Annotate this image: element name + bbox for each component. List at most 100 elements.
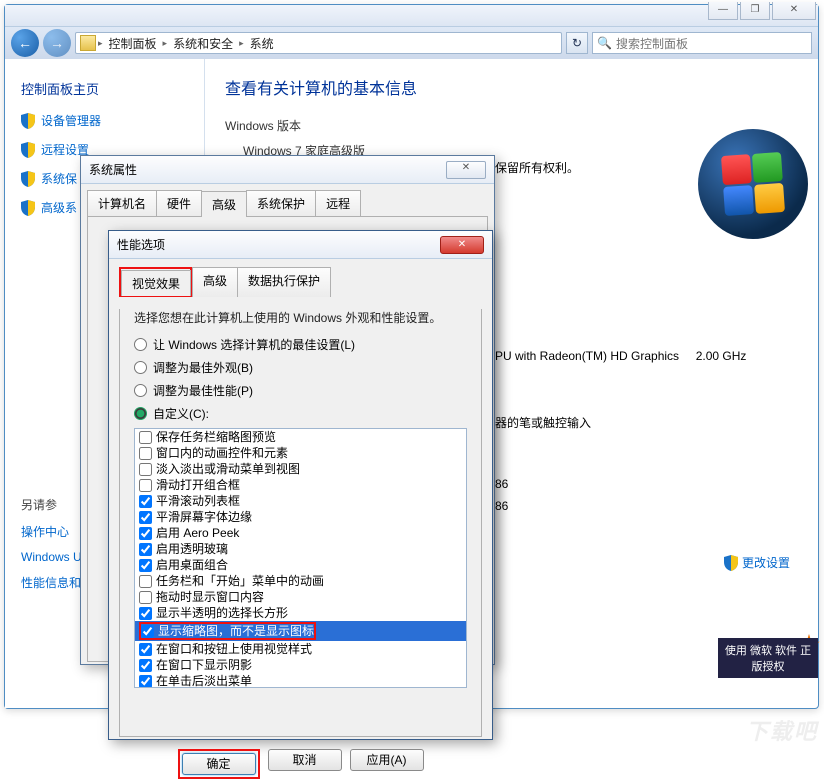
- close-button[interactable]: ✕: [440, 236, 484, 254]
- checklist-item[interactable]: 滑动打开组合框: [135, 477, 466, 493]
- checklist-item[interactable]: 在单击后淡出菜单: [135, 673, 466, 688]
- checkbox-label: 任务栏和「开始」菜单中的动画: [156, 574, 324, 588]
- checklist-item[interactable]: 启用透明玻璃: [135, 541, 466, 557]
- checkbox-input[interactable]: [139, 431, 152, 444]
- chevron-right-icon: ▸: [239, 38, 244, 49]
- tab-visual-effects[interactable]: 视觉效果: [121, 270, 191, 296]
- sidebar-heading: 控制面板主页: [21, 79, 188, 98]
- radio-label: 让 Windows 选择计算机的最佳设置(L): [153, 336, 355, 353]
- refresh-button[interactable]: ↻: [566, 32, 588, 54]
- cpu-text: PU with Radeon(TM) HD Graphics 2.00 GHz: [495, 349, 746, 363]
- checkbox-label: 启用桌面组合: [156, 558, 228, 572]
- checkbox-label: 淡入淡出或滑动菜单到视图: [156, 462, 300, 476]
- checklist-item[interactable]: 启用桌面组合: [135, 557, 466, 573]
- shield-icon: [21, 113, 35, 129]
- breadcrumb-seg[interactable]: 控制面板: [105, 35, 161, 52]
- description-text: 选择您想在此计算机上使用的 Windows 外观和性能设置。: [134, 309, 467, 326]
- shield-icon: [21, 200, 35, 216]
- checkbox-input[interactable]: [139, 659, 152, 672]
- checklist-item[interactable]: 显示半透明的选择长方形: [135, 605, 466, 621]
- tab-computername[interactable]: 计算机名: [87, 190, 157, 216]
- cancel-button[interactable]: 取消: [268, 749, 342, 771]
- radio-label: 调整为最佳性能(P): [153, 382, 253, 399]
- radio-input[interactable]: [134, 361, 147, 374]
- checkbox-input[interactable]: [139, 479, 152, 492]
- tabs: 计算机名 硬件 高级 系统保护 远程: [87, 190, 488, 216]
- apply-button[interactable]: 应用(A): [350, 749, 424, 771]
- checkbox-input[interactable]: [139, 559, 152, 572]
- checklist-item[interactable]: 淡入淡出或滑动菜单到视图: [135, 461, 466, 477]
- radio-option[interactable]: 让 Windows 选择计算机的最佳设置(L): [134, 336, 467, 353]
- breadcrumb-seg[interactable]: 系统和安全: [169, 35, 237, 52]
- checkbox-input[interactable]: [139, 643, 152, 656]
- checklist-item[interactable]: 窗口内的动画控件和元素: [135, 445, 466, 461]
- radio-option[interactable]: 调整为最佳外观(B): [134, 359, 467, 376]
- radio-input[interactable]: [134, 407, 147, 420]
- os-logo: [698, 129, 808, 239]
- dialog-titlebar: 性能选项 ✕: [109, 231, 492, 259]
- checklist-item[interactable]: 在窗口和按钮上使用视觉样式: [135, 641, 466, 657]
- breadcrumb-seg[interactable]: 系统: [246, 35, 278, 52]
- back-button[interactable]: ←: [11, 29, 39, 57]
- button-row: 确定 取消 应用(A): [109, 749, 492, 779]
- radio-group: 让 Windows 选择计算机的最佳设置(L) 调整为最佳外观(B) 调整为最佳性能…: [134, 336, 467, 422]
- sidebar-item-advanced[interactable]: 高级系: [41, 199, 77, 216]
- tab-hardware[interactable]: 硬件: [156, 190, 202, 216]
- radio-option[interactable]: 自定义(C):: [134, 405, 467, 422]
- radio-input[interactable]: [134, 384, 147, 397]
- tab-protection[interactable]: 系统保护: [246, 190, 316, 216]
- watermark: 下载吧: [746, 714, 818, 746]
- checkbox-input[interactable]: [139, 447, 152, 460]
- page-title: 查看有关计算机的基本信息: [225, 75, 798, 99]
- checklist-item[interactable]: 拖动时显示窗口内容: [135, 589, 466, 605]
- forward-button[interactable]: →: [43, 29, 71, 57]
- tab-advanced[interactable]: 高级: [201, 191, 247, 217]
- search-input[interactable]: 🔍 搜索控制面板: [592, 32, 812, 54]
- checkbox-input[interactable]: [141, 625, 154, 638]
- radio-label: 自定义(C):: [153, 405, 209, 422]
- ok-button[interactable]: 确定: [182, 753, 256, 775]
- checkbox-input[interactable]: [139, 495, 152, 508]
- close-button[interactable]: ✕: [446, 161, 486, 179]
- checkbox-input[interactable]: [139, 543, 152, 556]
- checkbox-label: 显示半透明的选择长方形: [156, 606, 288, 620]
- visual-effects-checklist[interactable]: 保存任务栏缩略图预览窗口内的动画控件和元素淡入淡出或滑动菜单到视图滑动打开组合框…: [134, 428, 467, 688]
- checklist-item[interactable]: 平滑滚动列表框: [135, 493, 466, 509]
- checkbox-label: 在窗口下显示阴影: [156, 658, 252, 672]
- checkbox-input[interactable]: [139, 591, 152, 604]
- checklist-item[interactable]: 启用 Aero Peek: [135, 525, 466, 541]
- checkbox-input[interactable]: [139, 575, 152, 588]
- radio-option[interactable]: 调整为最佳性能(P): [134, 382, 467, 399]
- restore-button[interactable]: ❐: [740, 2, 770, 20]
- minimize-button[interactable]: —: [708, 2, 738, 20]
- sidebar-item-devicemgr[interactable]: 设备管理器: [41, 112, 101, 129]
- checklist-item[interactable]: 显示缩略图，而不是显示图标: [135, 621, 466, 641]
- dialog-titlebar: 系统属性 ✕: [81, 156, 494, 184]
- checkbox-label: 启用 Aero Peek: [156, 526, 239, 540]
- genuine-badge: 使用 微软 软件 正版授权: [718, 638, 818, 678]
- tab-remote[interactable]: 远程: [315, 190, 361, 216]
- checkbox-label: 启用透明玻璃: [156, 542, 228, 556]
- checkbox-label: 滑动打开组合框: [156, 478, 240, 492]
- checkbox-input[interactable]: [139, 607, 152, 620]
- tab-dep[interactable]: 数据执行保护: [237, 267, 331, 297]
- chevron-right-icon: ▸: [98, 38, 103, 49]
- checklist-item[interactable]: 任务栏和「开始」菜单中的动画: [135, 573, 466, 589]
- titlebar: — ❐ ✕: [5, 5, 818, 27]
- checklist-item[interactable]: 在窗口下显示阴影: [135, 657, 466, 673]
- breadcrumb[interactable]: ▸ 控制面板 ▸ 系统和安全 ▸ 系统: [75, 32, 562, 54]
- checkbox-input[interactable]: [139, 463, 152, 476]
- checkbox-input[interactable]: [139, 511, 152, 524]
- checkbox-input[interactable]: [139, 675, 152, 688]
- sidebar-item-protection[interactable]: 系统保: [41, 170, 77, 187]
- radio-label: 调整为最佳外观(B): [153, 359, 253, 376]
- tab-advanced[interactable]: 高级: [192, 267, 238, 297]
- checkbox-label: 在单击后淡出菜单: [156, 674, 252, 688]
- change-settings-link[interactable]: 更改设置: [724, 554, 790, 571]
- checkbox-input[interactable]: [139, 527, 152, 540]
- checklist-item[interactable]: 保存任务栏缩略图预览: [135, 429, 466, 445]
- close-button[interactable]: ✕: [772, 2, 816, 20]
- checklist-item[interactable]: 平滑屏幕字体边缘: [135, 509, 466, 525]
- search-placeholder: 搜索控制面板: [616, 35, 688, 52]
- radio-input[interactable]: [134, 338, 147, 351]
